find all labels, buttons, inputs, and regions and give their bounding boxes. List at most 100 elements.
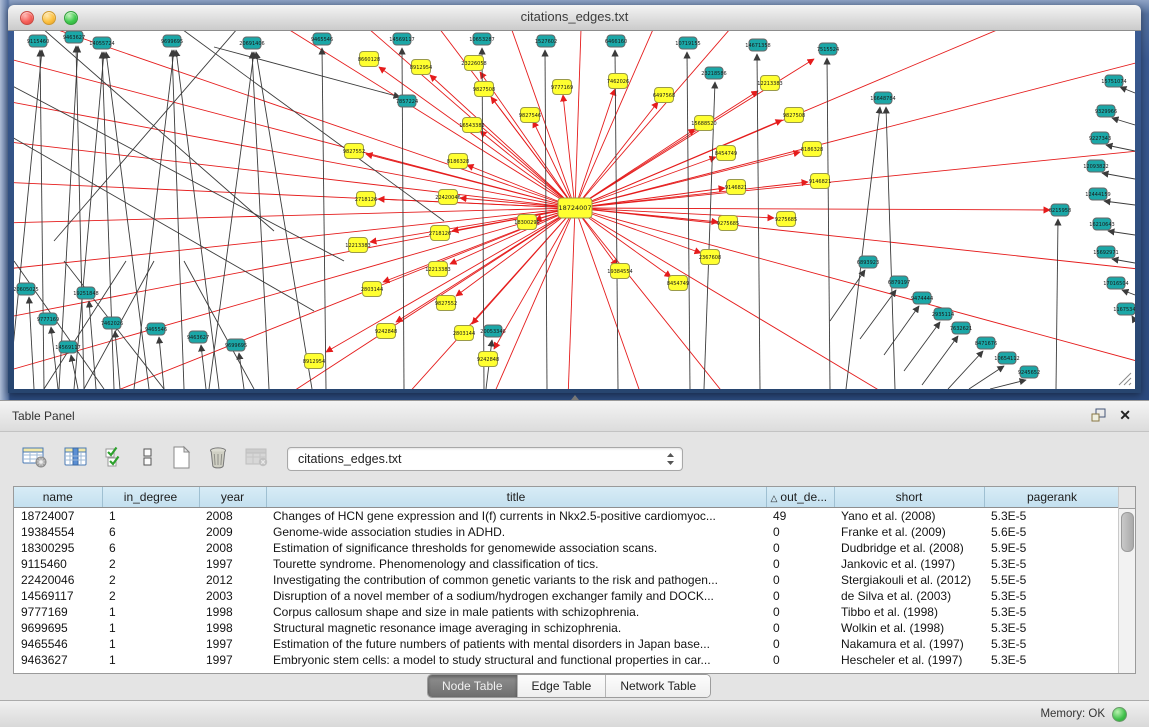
graph-node[interactable]: 23226058 <box>461 56 486 71</box>
graph-node[interactable]: 7462026 <box>607 74 629 89</box>
table-cell[interactable]: 22420046 <box>14 572 102 588</box>
table-cell[interactable]: Estimation of significance thresholds fo… <box>266 540 766 556</box>
graph-node[interactable]: 9699695 <box>225 339 247 351</box>
graph-node[interactable]: 15688520 <box>691 116 716 131</box>
graph-node[interactable]: 2367608 <box>699 250 721 265</box>
graph-node[interactable]: 9827552 <box>343 144 365 159</box>
graph-node[interactable]: 8186328 <box>801 142 823 157</box>
table-cell[interactable]: Franke et al. (2009) <box>834 524 984 540</box>
graph-node[interactable]: 9329966 <box>1095 105 1117 117</box>
graph-node[interactable]: 7632621 <box>950 322 972 334</box>
table-cell[interactable]: 9777169 <box>14 604 102 620</box>
graph-node[interactable]: 8912954 <box>303 354 325 369</box>
network-canvas[interactable]: 9115460946362714055724969969520691406946… <box>14 31 1135 389</box>
graph-node[interactable]: 9245652 <box>1018 366 1040 378</box>
graph-node[interactable]: 8912954 <box>410 60 432 75</box>
graph-node[interactable]: 6497568 <box>653 88 675 103</box>
table-cell[interactable]: 2 <box>102 588 199 604</box>
table-cell[interactable]: Yano et al. (2008) <box>834 508 984 525</box>
graph-node[interactable]: 6879197 <box>888 276 910 288</box>
table-cell[interactable]: Investigating the contribution of common… <box>266 572 766 588</box>
graph-node[interactable]: 9242848 <box>477 352 499 367</box>
graph-node[interactable]: 14055724 <box>89 37 114 49</box>
table-cell[interactable]: 0 <box>766 556 834 572</box>
graph-node[interactable]: 16543382 <box>459 118 484 133</box>
graph-node[interactable]: 2718126 <box>355 192 377 207</box>
table-cell[interactable]: 1 <box>102 652 199 668</box>
row-height-icon[interactable] <box>141 443 155 471</box>
graph-node[interactable]: 8454749 <box>715 146 737 161</box>
graph-node[interactable]: 12444159 <box>1085 188 1110 200</box>
column-header-name[interactable]: name <box>14 487 102 508</box>
table-cell[interactable]: Estimation of the future numbers of pati… <box>266 636 766 652</box>
table-cell[interactable]: 5.3E-5 <box>984 588 1120 604</box>
table-cell[interactable]: 0 <box>766 588 834 604</box>
column-header-title[interactable]: title <box>266 487 766 508</box>
table-row[interactable]: 2242004622012Investigating the contribut… <box>14 572 1120 588</box>
float-panel-icon[interactable] <box>1091 408 1107 422</box>
graph-node[interactable]: 9465546 <box>311 33 333 45</box>
graph-node[interactable]: 9827508 <box>783 108 805 123</box>
show-columns-icon[interactable] <box>63 443 89 471</box>
graph-node[interactable]: 2718126 <box>429 226 451 241</box>
tab-network-table[interactable]: Network Table <box>606 675 710 697</box>
graph-node[interactable]: 20605025 <box>14 283 39 295</box>
table-cell[interactable]: Disruption of a novel member of a sodium… <box>266 588 766 604</box>
column-header-pagerank[interactable]: pagerank <box>984 487 1120 508</box>
table-cell[interactable]: 5.3E-5 <box>984 652 1120 668</box>
graph-node[interactable]: 8186328 <box>447 154 469 169</box>
graph-node[interactable]: 18724007 <box>558 198 592 218</box>
table-cell[interactable]: Tourette syndrome. Phenomenology and cla… <box>266 556 766 572</box>
table-cell[interactable]: 2008 <box>199 540 266 556</box>
graph-node[interactable]: 9115460 <box>27 35 49 47</box>
graph-node[interactable]: 8660128 <box>358 52 380 67</box>
table-cell[interactable]: 1 <box>102 620 199 636</box>
table-cell[interactable]: 5.3E-5 <box>984 620 1120 636</box>
table-cell[interactable]: 9699695 <box>14 620 102 636</box>
graph-node[interactable]: 16210643 <box>1089 218 1114 230</box>
graph-node[interactable]: 8471676 <box>975 337 997 349</box>
graph-node[interactable]: 7462026 <box>101 317 123 329</box>
table-cell[interactable]: 2008 <box>199 508 266 525</box>
table-cell[interactable]: 1997 <box>199 652 266 668</box>
scrollbar-thumb[interactable] <box>1121 512 1134 552</box>
table-cell[interactable]: Genome-wide association studies in ADHD. <box>266 524 766 540</box>
table-cell[interactable]: 2 <box>102 556 199 572</box>
graph-node[interactable]: 8215958 <box>1049 204 1071 216</box>
table-cell[interactable]: Dudbridge et al. (2008) <box>834 540 984 556</box>
splitter-handle-icon[interactable] <box>571 395 579 400</box>
table-select[interactable]: citations_edges.txt <box>287 447 683 471</box>
close-panel-icon[interactable]: ✕ <box>1119 408 1131 422</box>
table-cell[interactable]: Embryonic stem cells: a model to study s… <box>266 652 766 668</box>
graph-node[interactable]: 14569117 <box>389 33 414 45</box>
graph-node[interactable]: 9474444 <box>911 292 933 304</box>
table-cell[interactable]: Jankovic et al. (1997) <box>834 556 984 572</box>
graph-node[interactable]: 16648784 <box>870 92 895 104</box>
graph-node[interactable]: 14671358 <box>745 39 770 51</box>
graph-node[interactable]: 9146821 <box>725 180 747 195</box>
graph-node[interactable]: 8454749 <box>667 276 689 291</box>
table-cell[interactable]: 14569117 <box>14 588 102 604</box>
graph-node[interactable]: 9242848 <box>375 324 397 339</box>
graph-node[interactable]: 12093822 <box>1083 160 1108 172</box>
table-cell[interactable]: Corpus callosum shape and size in male p… <box>266 604 766 620</box>
table-cell[interactable]: 2 <box>102 572 199 588</box>
graph-node[interactable]: 6893923 <box>857 256 879 268</box>
table-cell[interactable]: 9115460 <box>14 556 102 572</box>
table-cell[interactable]: 1997 <box>199 636 266 652</box>
table-row[interactable]: 946362711997Embryonic stem cells: a mode… <box>14 652 1120 668</box>
delete-rows-icon[interactable] <box>207 443 229 471</box>
table-cell[interactable]: Tibbo et al. (1998) <box>834 604 984 620</box>
table-cell[interactable]: 1 <box>102 508 199 525</box>
table-cell[interactable]: 19384554 <box>14 524 102 540</box>
table-cell[interactable]: 6 <box>102 540 199 556</box>
table-row[interactable]: 946554611997Estimation of the future num… <box>14 636 1120 652</box>
table-cell[interactable]: 0 <box>766 636 834 652</box>
graph-node[interactable]: 18300295 <box>514 215 539 230</box>
graph-node[interactable]: 20691406 <box>239 37 264 49</box>
table-cell[interactable]: 5.3E-5 <box>984 556 1120 572</box>
select-rows-icon[interactable] <box>104 443 126 471</box>
table-cell[interactable]: Hescheler et al. (1997) <box>834 652 984 668</box>
table-cell[interactable]: 0 <box>766 620 834 636</box>
graph-node[interactable]: 9827552 <box>435 296 457 311</box>
